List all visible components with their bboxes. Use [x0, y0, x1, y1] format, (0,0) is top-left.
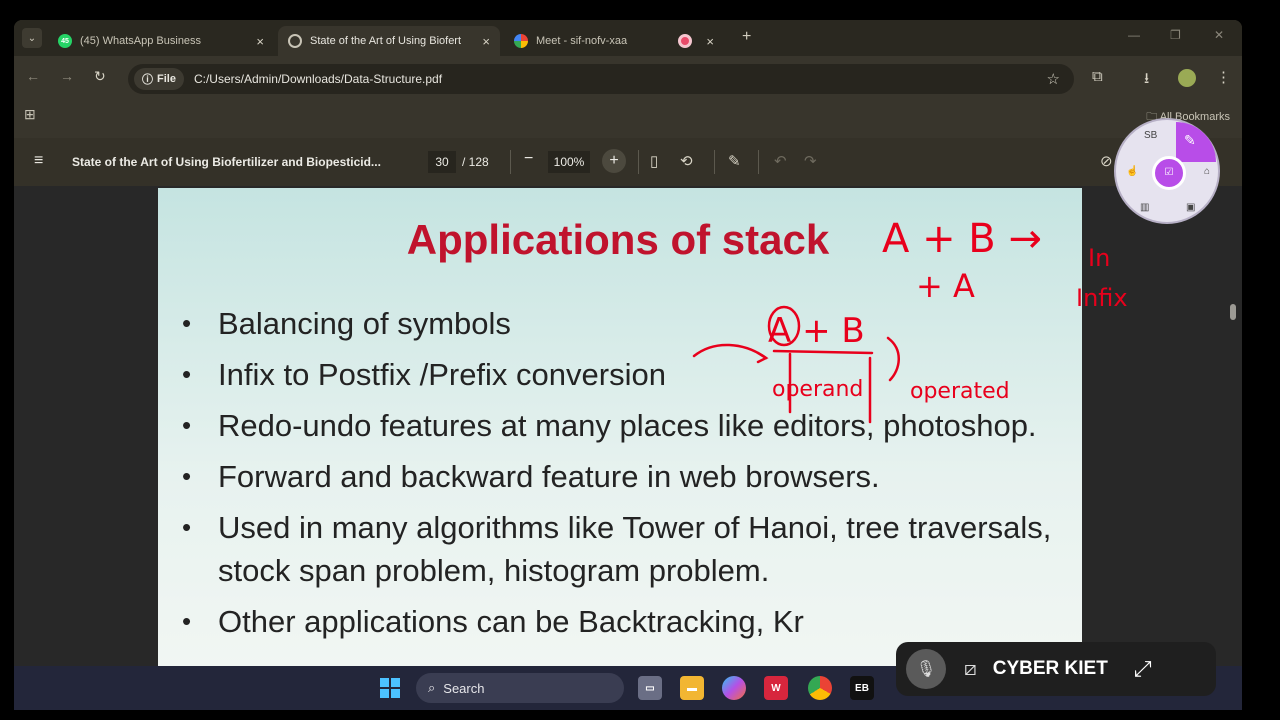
- zoom-out-button[interactable]: −: [524, 150, 533, 168]
- file-label: File: [157, 73, 176, 85]
- search-icon: ⌕: [428, 680, 436, 695]
- browser-toolbar: ← → ↻ ⓘ File C:/Users/Admin/Downloads/Dat…: [14, 56, 1242, 100]
- close-icon[interactable]: ×: [256, 34, 264, 49]
- browser-window: ⌄ 45 (45) WhatsApp Business × State of t…: [14, 20, 1242, 710]
- draw-icon[interactable]: ✎: [728, 152, 741, 170]
- undo-icon[interactable]: ↶: [774, 152, 787, 170]
- tab-meet[interactable]: Meet - sif-nofv-xaa ×: [504, 26, 724, 56]
- site-info-chip[interactable]: ⓘ File: [134, 68, 184, 90]
- participant-name: CYBER KIET: [992, 658, 1108, 679]
- info-icon: ⓘ: [142, 74, 153, 86]
- close-icon[interactable]: ×: [482, 34, 490, 49]
- tab-pdf[interactable]: State of the Art of Using Biofert ×: [278, 26, 500, 56]
- address-bar[interactable]: ⓘ File C:/Users/Admin/Downloads/Data-Stru…: [128, 64, 1074, 94]
- zoom-in-button[interactable]: +: [602, 149, 626, 173]
- new-tab-button[interactable]: +: [742, 28, 751, 46]
- annotate-icon[interactable]: ⊘: [1100, 152, 1113, 170]
- expand-icon[interactable]: ⤢: [1134, 656, 1152, 682]
- divider: [758, 150, 759, 174]
- file-explorer-icon[interactable]: ▬: [680, 676, 704, 700]
- camera-off-icon[interactable]: ⧄: [964, 658, 977, 681]
- search-placeholder: Search: [443, 680, 485, 696]
- bullet-list: Balancing of symbols Infix to Postfix /P…: [182, 302, 1062, 651]
- divider: [714, 150, 715, 174]
- close-window-icon[interactable]: ✕: [1214, 28, 1224, 42]
- extensions-icon[interactable]: ⧉: [1092, 68, 1103, 85]
- recording-icon: [678, 34, 693, 48]
- taskbar-search[interactable]: ⌕ Search: [416, 673, 624, 703]
- mic-off-icon[interactable]: 🎙: [906, 649, 946, 689]
- minimize-icon[interactable]: —: [1128, 28, 1140, 42]
- sb-label: SB: [1144, 130, 1158, 141]
- hamburger-menu-icon[interactable]: ≡: [34, 152, 43, 170]
- list-item: Forward and backward feature in web brow…: [182, 455, 1062, 498]
- classroom-app-icon[interactable]: EB: [850, 676, 874, 700]
- tab-title: (45) WhatsApp Business: [80, 35, 202, 47]
- page-number-input[interactable]: 30: [428, 151, 456, 173]
- list-item: Balancing of symbols: [182, 302, 1062, 345]
- page-total: / 128: [462, 155, 489, 169]
- meet-participant-overlay: 🎙 ⧄ CYBER KIET ⤢: [896, 642, 1216, 696]
- wps-office-icon[interactable]: W: [764, 676, 788, 700]
- list-item: Other applications can be Backtracking, …: [182, 600, 1062, 643]
- fit-page-icon[interactable]: ▯: [650, 152, 658, 170]
- globe-icon: [288, 34, 302, 48]
- document-title: State of the Art of Using Biofertilizer …: [72, 155, 381, 169]
- zoom-input[interactable]: 100%: [548, 151, 590, 173]
- rotate-icon[interactable]: ⟲: [680, 152, 693, 170]
- tab-title: Meet - sif-nofv-xaa: [536, 35, 628, 47]
- whatsapp-icon: 45: [58, 34, 72, 48]
- pdf-toolbar: ≡ State of the Art of Using Biofertilize…: [14, 138, 1242, 186]
- pdf-page: Applications of stack Balancing of symbo…: [158, 188, 1082, 666]
- apps-grid-icon[interactable]: ⊞: [24, 106, 36, 123]
- close-icon[interactable]: ×: [706, 34, 714, 49]
- windows-start-icon[interactable]: [380, 678, 400, 698]
- whiteboard-center-button[interactable]: ☑: [1152, 156, 1186, 190]
- copilot-icon[interactable]: [722, 676, 746, 700]
- list-item: Infix to Postfix /Prefix conversion: [182, 353, 1062, 396]
- chrome-icon[interactable]: [808, 676, 832, 700]
- eraser-icon[interactable]: ⌂: [1204, 166, 1210, 177]
- tab-search-button[interactable]: ⌄: [22, 28, 42, 48]
- menu-dots-icon[interactable]: ⋮: [1216, 68, 1231, 86]
- divider: [638, 150, 639, 174]
- slide-title: Applications of stack: [406, 216, 830, 263]
- profile-avatar[interactable]: [1178, 69, 1196, 87]
- redo-icon[interactable]: ↷: [804, 152, 817, 170]
- list-item: Redo-undo features at many places like e…: [182, 404, 1062, 447]
- bookmark-star-icon[interactable]: ☆: [1047, 70, 1060, 88]
- pen-icon[interactable]: ✎: [1184, 132, 1196, 149]
- divider: [510, 150, 511, 174]
- tab-title: State of the Art of Using Biofert: [310, 35, 462, 47]
- book-icon[interactable]: ▥: [1140, 202, 1149, 213]
- tab-strip: ⌄ 45 (45) WhatsApp Business × State of t…: [14, 20, 1242, 56]
- annotation-tool-wheel[interactable]: ✎ SB ☝ ⌂ ▥ ▣ ☑: [1114, 118, 1220, 224]
- download-icon[interactable]: ⭳: [1144, 68, 1149, 93]
- back-icon[interactable]: ←: [26, 68, 40, 84]
- forward-icon[interactable]: →: [60, 68, 74, 84]
- bookmarks-bar: ⊞ 🗀 All Bookmarks: [14, 100, 1242, 130]
- tab-whatsapp[interactable]: 45 (45) WhatsApp Business ×: [48, 26, 274, 56]
- meet-icon: [514, 34, 528, 48]
- list-item: Used in many algorithms like Tower of Ha…: [182, 506, 1062, 592]
- task-view-icon[interactable]: ▭: [638, 676, 662, 700]
- restore-icon[interactable]: ❐: [1170, 28, 1181, 42]
- scrollbar-thumb[interactable]: [1230, 304, 1236, 320]
- pointer-icon[interactable]: ☝: [1126, 166, 1138, 177]
- reload-icon[interactable]: ↻: [94, 68, 106, 85]
- pdf-viewer[interactable]: Applications of stack Balancing of symbo…: [14, 186, 1242, 666]
- url-text: C:/Users/Admin/Downloads/Data-Structure.…: [193, 72, 443, 86]
- screenshot-icon[interactable]: ▣: [1186, 202, 1195, 213]
